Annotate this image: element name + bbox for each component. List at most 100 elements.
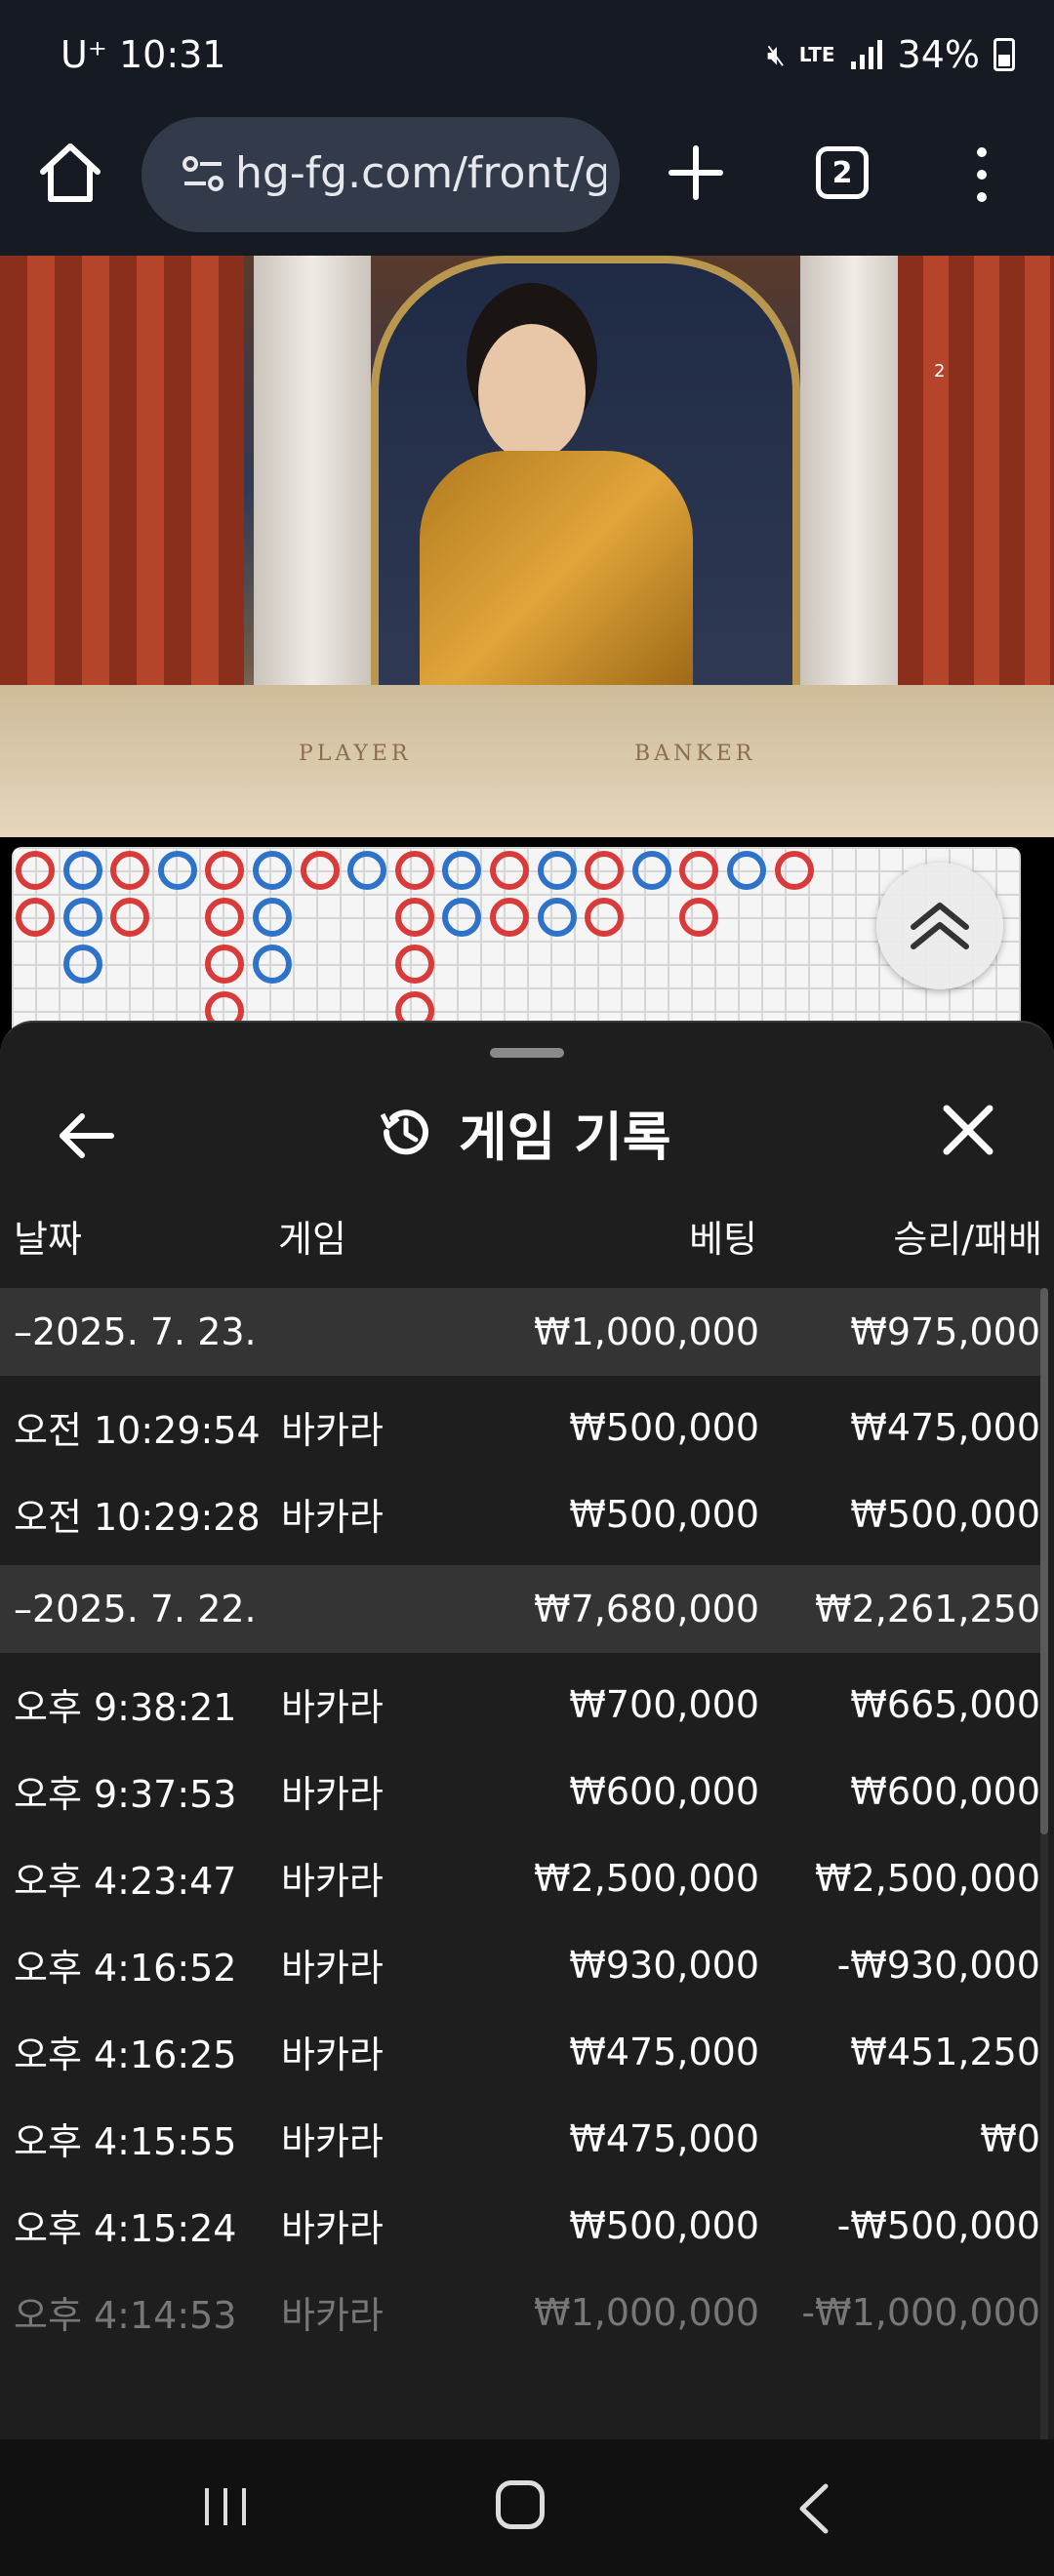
row-game: 바카라 <box>281 1773 384 1816</box>
history-icon <box>380 1109 428 1155</box>
url-bar[interactable]: hg-fg.com/front/g <box>142 117 620 232</box>
pillar-left <box>254 256 371 704</box>
roadmap-bead-red <box>490 898 529 937</box>
row-time: 오후 9:38:21 <box>14 1686 237 1729</box>
roadmap-bead-blue <box>442 898 482 937</box>
group-bet-total: ₩7,680,000 <box>534 1588 759 1630</box>
row-game: 바카라 <box>281 1860 384 1903</box>
row-bet: ₩475,000 <box>569 2116 759 2160</box>
row-game: 바카라 <box>281 2207 384 2250</box>
history-row[interactable]: 오후 4:23:47 바카라 ₩2,500,000 ₩2,500,000 <box>0 1834 1044 1921</box>
browser-toolbar: hg-fg.com/front/g 2 <box>0 113 1054 256</box>
column-header-bet: 베팅 <box>689 1218 757 1261</box>
row-time: 오후 4:15:55 <box>14 2120 237 2163</box>
game-history-sheet: 게임 기록 날짜 게임 베팅 승리/패배 –2025. 7. 23. ₩1,00… <box>0 1021 1054 2439</box>
status-bar: U⁺ 10:31 🔇︎ LTE 34% <box>0 0 1054 113</box>
history-row[interactable]: 오후 4:16:25 바카라 ₩475,000 ₩451,250 <box>0 2008 1044 2095</box>
history-row[interactable]: 오후 9:37:53 바카라 ₩600,000 ₩600,000 <box>0 1748 1044 1834</box>
roadmap-bead-red <box>394 851 434 890</box>
row-bet: ₩2,500,000 <box>534 1856 759 1900</box>
history-row[interactable]: 오전 10:29:54 바카라 ₩500,000 ₩475,000 <box>0 1384 1044 1470</box>
row-bet: ₩930,000 <box>569 1943 759 1987</box>
row-win-loss: ₩451,250 <box>850 2030 1040 2073</box>
row-time: 오후 4:15:24 <box>14 2207 237 2250</box>
roadmap-bead-red <box>774 851 814 890</box>
curtain-right <box>898 256 1054 704</box>
date-group-row[interactable]: –2025. 7. 23. ₩1,000,000 ₩975,000 <box>0 1288 1044 1376</box>
roadmap-bead-red <box>205 851 245 890</box>
history-table: –2025. 7. 23. ₩1,000,000 ₩975,000 오전 10:… <box>0 1288 1044 2355</box>
row-game: 바카라 <box>281 2033 384 2076</box>
group-date: –2025. 7. 23. <box>14 1310 257 1353</box>
home-icon[interactable] <box>33 137 107 211</box>
row-bet: ₩600,000 <box>569 1769 759 1813</box>
site-settings-icon[interactable] <box>181 152 225 197</box>
roadmap-bead-blue <box>62 945 102 984</box>
row-time: 오후 4:14:53 <box>14 2294 237 2337</box>
roadmap-bead-blue <box>62 898 102 937</box>
scroll-up-button[interactable] <box>876 863 1003 989</box>
system-nav-bar <box>0 2439 1054 2576</box>
roadmap-bead-red <box>679 898 719 937</box>
row-bet: ₩1,000,000 <box>534 2290 759 2334</box>
curtain-left <box>0 256 244 704</box>
row-win-loss: -₩500,000 <box>836 2203 1040 2247</box>
roadmap-bead-blue <box>442 851 482 890</box>
roadmap-bead-blue <box>537 851 577 890</box>
roadmap-bead-red <box>205 945 245 984</box>
mute-icon: 🔇︎ <box>766 37 786 72</box>
drag-handle[interactable] <box>490 1048 564 1058</box>
history-row[interactable]: 오전 10:29:28 바카라 ₩500,000 ₩500,000 <box>0 1470 1044 1557</box>
history-row[interactable]: 오후 4:14:53 바카라 ₩1,000,000 -₩1,000,000 <box>0 2269 1044 2355</box>
history-scrollbar[interactable] <box>1040 1288 1048 2439</box>
row-bet: ₩500,000 <box>569 1492 759 1536</box>
row-win-loss: ₩0 <box>980 2116 1040 2160</box>
row-game: 바카라 <box>281 2120 384 2163</box>
roadmap-bead-blue <box>727 851 766 890</box>
row-win-loss: ₩500,000 <box>850 1492 1040 1536</box>
clock: 10:31 <box>118 33 226 76</box>
back-arrow-icon[interactable] <box>55 1105 117 1167</box>
roadmap-bead-red <box>16 851 55 890</box>
roadmap-bead-red <box>110 851 150 890</box>
group-date: –2025. 7. 22. <box>14 1588 257 1630</box>
history-row[interactable]: 오후 9:38:21 바카라 ₩700,000 ₩665,000 <box>0 1661 1044 1748</box>
roadmap-bead-blue <box>253 945 292 984</box>
nav-back-icon[interactable] <box>790 2482 839 2535</box>
row-win-loss: -₩1,000,000 <box>801 2290 1040 2334</box>
tab-switcher-button[interactable]: 2 <box>816 146 869 199</box>
column-header-win-loss: 승리/패배 <box>893 1218 1042 1261</box>
battery-percent: 34% <box>897 33 980 76</box>
pillar-right <box>800 256 908 704</box>
group-bet-total: ₩1,000,000 <box>534 1310 759 1353</box>
more-menu-icon[interactable] <box>962 142 1001 207</box>
row-time: 오전 10:29:54 <box>14 1409 261 1452</box>
close-icon[interactable] <box>939 1101 997 1159</box>
scrollbar-thumb[interactable] <box>1040 1288 1048 1834</box>
date-group-row[interactable]: –2025. 7. 22. ₩7,680,000 ₩2,261,250 <box>0 1565 1044 1653</box>
roadmap-bead-red <box>585 898 625 937</box>
row-time: 오후 4:16:52 <box>14 1947 237 1990</box>
row-bet: ₩500,000 <box>569 2203 759 2247</box>
battery-icon <box>993 38 1015 71</box>
dealer-head <box>478 324 586 461</box>
column-header-date: 날짜 <box>14 1218 82 1261</box>
column-header-game: 게임 <box>278 1218 346 1261</box>
status-right: 🔇︎ LTE 34% <box>767 33 1015 76</box>
recent-apps-icon[interactable] <box>201 2484 250 2529</box>
live-video-stream[interactable]: PLAYER BANKER 2 <box>0 256 1054 837</box>
nav-home-icon[interactable] <box>496 2480 545 2529</box>
roadmap-bead-red <box>679 851 719 890</box>
roadmap-bead-blue <box>537 898 577 937</box>
roadmap-bead-red <box>490 851 529 890</box>
roadmap-bead-red <box>300 851 340 890</box>
group-win-total: ₩2,261,250 <box>815 1588 1040 1630</box>
row-win-loss: ₩665,000 <box>850 1682 1040 1726</box>
roadmap-bead-blue <box>347 851 387 890</box>
history-row[interactable]: 오후 4:15:55 바카라 ₩475,000 ₩0 <box>0 2095 1044 2182</box>
video-tag: 2 <box>934 361 946 382</box>
new-tab-icon[interactable] <box>664 141 728 205</box>
history-row[interactable]: 오후 4:15:24 바카라 ₩500,000 -₩500,000 <box>0 2182 1044 2269</box>
history-row[interactable]: 오후 4:16:52 바카라 ₩930,000 -₩930,000 <box>0 1921 1044 2008</box>
group-win-total: ₩975,000 <box>850 1310 1040 1353</box>
